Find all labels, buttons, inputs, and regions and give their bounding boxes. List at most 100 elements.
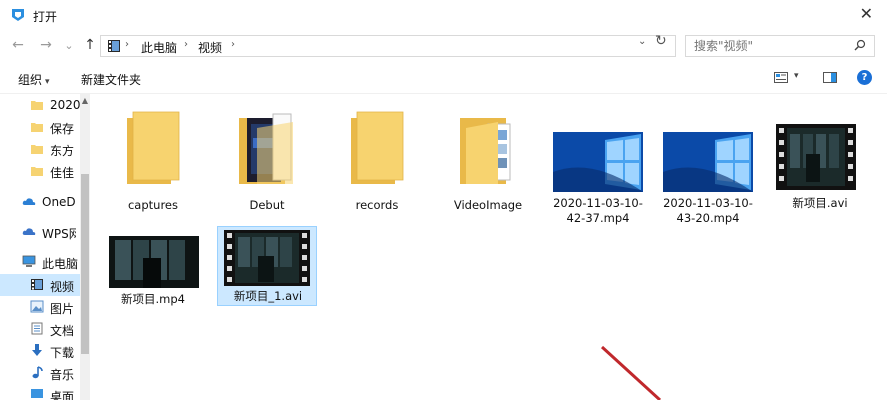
- file-item-label-line1: 2020-11-03-10-: [663, 196, 753, 210]
- file-item-label-line2: 42-37.mp4: [566, 211, 630, 225]
- sidebar-item-label: WPS网: [42, 227, 76, 241]
- sidebar-item-label: 东方: [50, 144, 75, 158]
- sidebar-item-label: 音乐: [50, 368, 75, 382]
- download-icon: [32, 344, 42, 356]
- video-thumbnail-film: [776, 124, 856, 190]
- video-thumbnail-film: [224, 230, 310, 286]
- preview-pane-icon[interactable]: [823, 72, 837, 83]
- cloud-icon: [22, 198, 36, 205]
- close-button[interactable]: ✕: [860, 4, 873, 23]
- sidebar-item-onedrive[interactable]: OneD: [0, 191, 80, 213]
- folder-icon: [351, 111, 404, 184]
- scrollbar-thumb[interactable]: [81, 174, 89, 354]
- document-icon: [31, 322, 43, 335]
- address-bar[interactable]: › 此电脑 › 视频 ›: [100, 35, 676, 57]
- sidebar-item-dongfang[interactable]: 东方: [0, 138, 80, 160]
- view-options-icon[interactable]: [774, 72, 788, 83]
- video-thumbnail: [663, 132, 753, 192]
- back-button[interactable]: ←: [10, 37, 26, 53]
- refresh-button[interactable]: ↻: [655, 33, 667, 49]
- desktop-icon: [31, 389, 43, 398]
- video-thumbnail: [553, 132, 643, 192]
- sidebar-item-wps[interactable]: WPS网: [0, 221, 80, 243]
- file-item-label: records: [355, 198, 399, 212]
- sidebar-item-label: 此电脑: [42, 257, 78, 271]
- file-item-debut[interactable]: Debut: [217, 100, 317, 212]
- organize-label: 组织: [18, 73, 43, 87]
- sidebar-item-label: 文档: [50, 324, 75, 338]
- file-item-captures[interactable]: captures: [103, 100, 203, 212]
- video-icon: [31, 279, 43, 290]
- view-dropdown-button[interactable]: ▾: [794, 71, 799, 81]
- sidebar-item-label: 佳佳: [50, 166, 75, 180]
- sidebar-item-desktop[interactable]: 桌面: [0, 384, 80, 400]
- sidebar-item-documents[interactable]: 文档: [0, 318, 80, 340]
- folder-icon: [31, 145, 43, 154]
- sidebar-scrollbar[interactable]: ▲: [80, 94, 90, 400]
- sidebar-item-save[interactable]: 保存: [0, 116, 80, 138]
- file-item-avi-1[interactable]: 新项目_1.avi: [217, 226, 317, 306]
- organize-button[interactable]: 组织 ▾: [18, 71, 50, 88]
- breadcrumb-videos[interactable]: 视频: [198, 39, 222, 56]
- scroll-up-arrow[interactable]: ▲: [80, 96, 90, 105]
- file-item-mp4[interactable]: 新项目.mp4: [103, 226, 203, 321]
- folder-with-content-icon: [460, 118, 511, 184]
- folder-icon: [127, 111, 180, 184]
- file-item-label-line1: 2020-11-03-10-: [553, 196, 643, 210]
- file-item-videoimage[interactable]: VideoImage: [438, 100, 538, 212]
- help-button[interactable]: ?: [857, 70, 872, 85]
- file-item-records[interactable]: records: [327, 100, 427, 212]
- window-app-icon: [12, 9, 24, 21]
- sidebar-item-label: 下载: [50, 346, 75, 360]
- file-item-video-1[interactable]: 2020-11-03-10- 42-37.mp4: [548, 100, 648, 225]
- file-item-label: captures: [127, 198, 178, 212]
- picture-icon: [30, 300, 44, 313]
- sidebar-item-this-pc[interactable]: 此电脑: [0, 251, 80, 273]
- sidebar-item-label: 视频: [50, 280, 75, 294]
- breadcrumb-separator: ›: [231, 39, 235, 50]
- new-folder-button[interactable]: 新建文件夹: [81, 71, 141, 88]
- title-bar: 打开 ✕: [0, 0, 887, 32]
- sidebar-item-label: 2020: [50, 98, 80, 112]
- folder-icon: [31, 101, 43, 110]
- file-item-label: 新项目.mp4: [121, 292, 185, 306]
- computer-icon: [22, 255, 36, 267]
- sidebar-item-pictures[interactable]: 图片: [0, 296, 80, 318]
- file-list: captures Debut records VideoImage 2020-1…: [90, 94, 887, 400]
- chevron-down-icon: ▾: [45, 77, 50, 87]
- address-row: ← → ⌄ ↑ › 此电脑 › 视频 › ⌄ ↻: [0, 32, 887, 60]
- folder-icon: [31, 167, 43, 176]
- file-item-avi[interactable]: 新项目.avi: [770, 100, 870, 210]
- sidebar-item-videos[interactable]: 视频: [0, 274, 80, 296]
- file-item-label: VideoImage: [453, 198, 523, 212]
- video-thumbnail: [109, 236, 199, 288]
- sidebar-item-music[interactable]: 音乐: [0, 362, 80, 384]
- sidebar-item-2020[interactable]: 2020: [0, 94, 80, 116]
- file-item-label: 新项目.avi: [792, 196, 848, 210]
- file-item-label-line2: 43-20.mp4: [676, 211, 740, 225]
- search-box[interactable]: [685, 35, 875, 57]
- search-input[interactable]: [686, 36, 846, 56]
- annotation-arrow: [600, 345, 662, 400]
- video-library-icon: [108, 40, 120, 52]
- recent-locations-button[interactable]: ⌄: [61, 39, 77, 52]
- sidebar-item-downloads[interactable]: 下载: [0, 340, 80, 362]
- file-item-label: 新项目_1.avi: [233, 289, 303, 303]
- window-title: 打开: [33, 10, 58, 24]
- breadcrumb-this-pc[interactable]: 此电脑: [141, 39, 177, 56]
- breadcrumb-separator: ›: [125, 39, 129, 50]
- file-item-video-2[interactable]: 2020-11-03-10- 43-20.mp4: [658, 100, 758, 225]
- search-icon: [854, 39, 866, 51]
- address-dropdown-button[interactable]: ⌄: [638, 36, 646, 47]
- command-bar: 组织 ▾ 新建文件夹 ▾ ?: [0, 60, 887, 94]
- folder-with-content-icon: [239, 113, 293, 184]
- file-item-label: Debut: [249, 198, 285, 212]
- sidebar-item-label: 图片: [50, 302, 75, 316]
- sidebar-item-label: OneD: [42, 195, 76, 209]
- sidebar-item-jiajia[interactable]: 佳佳: [0, 160, 80, 182]
- breadcrumb-separator: ›: [184, 39, 188, 50]
- sidebar-item-label: 保存: [50, 122, 75, 136]
- forward-button[interactable]: →: [38, 37, 54, 53]
- music-icon: [32, 366, 43, 379]
- up-button[interactable]: ↑: [82, 37, 98, 53]
